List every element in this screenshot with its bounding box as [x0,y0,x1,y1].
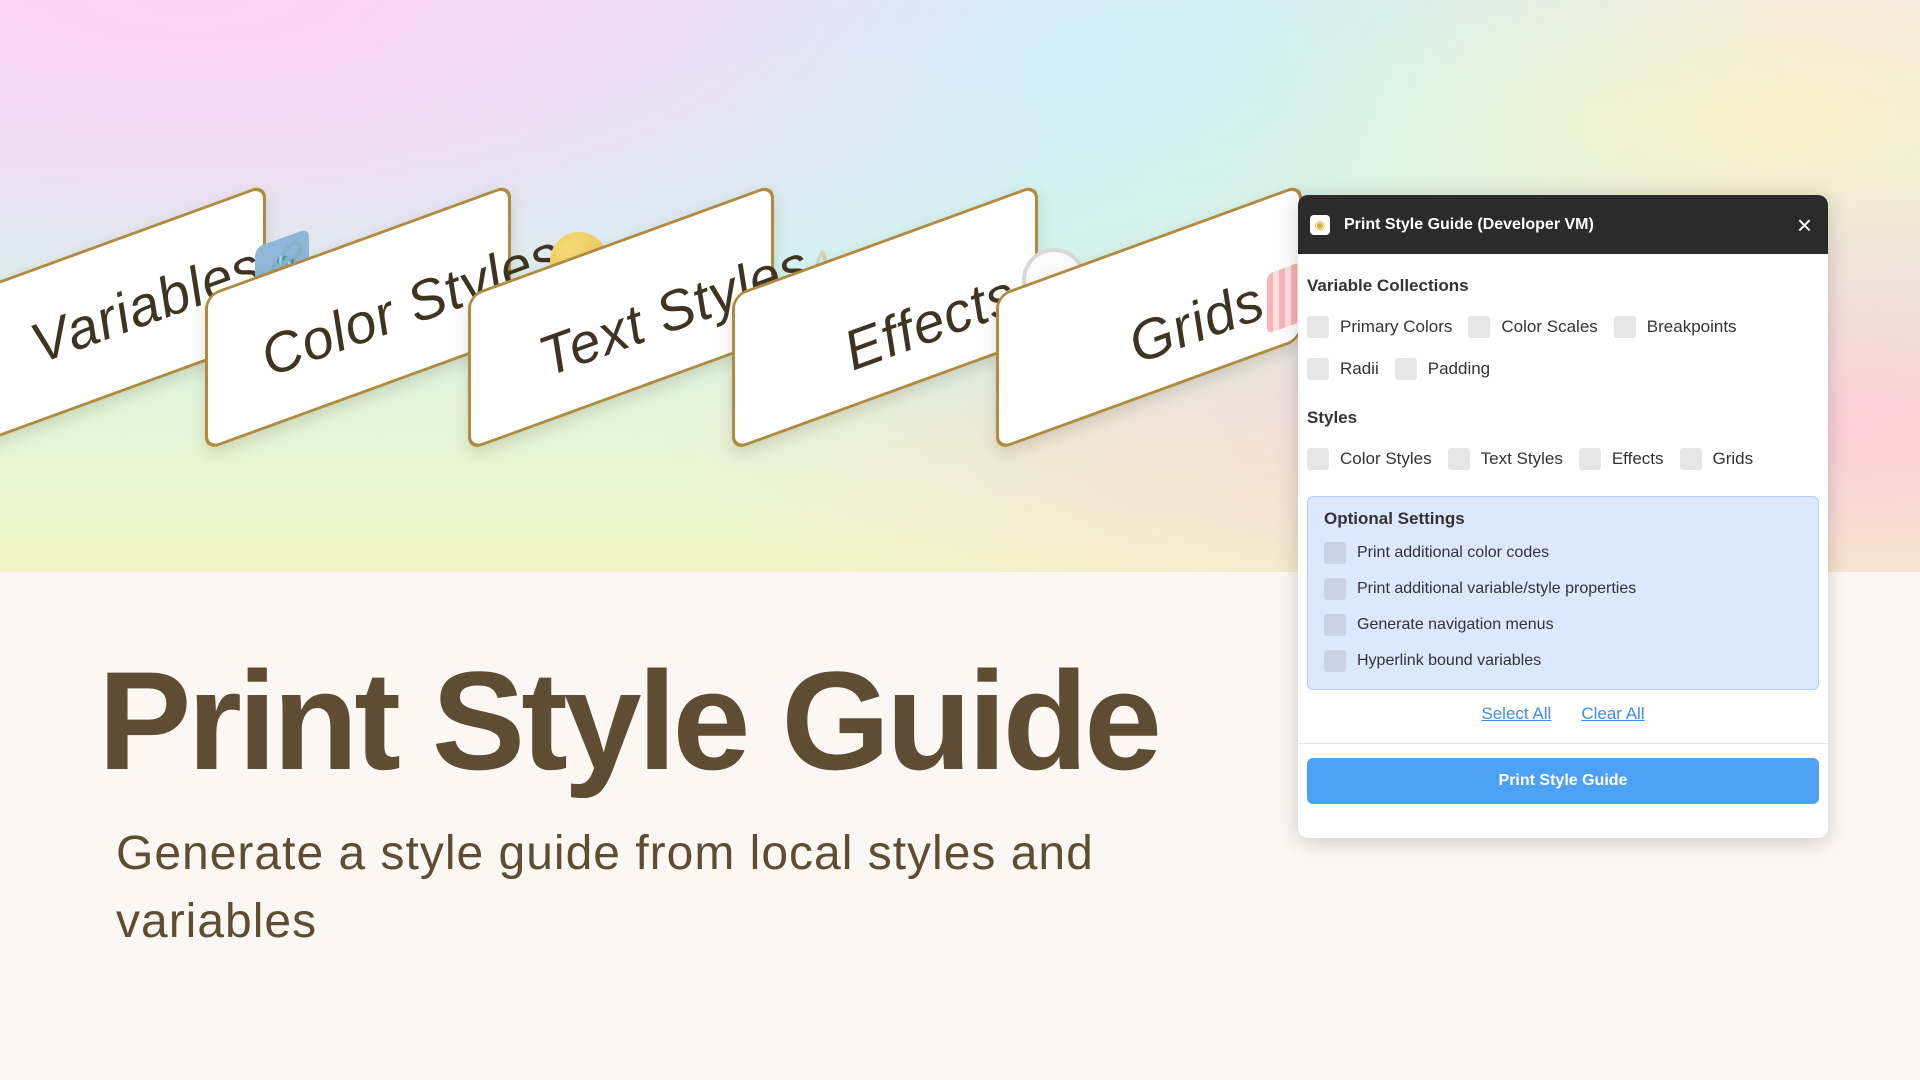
checkbox-box[interactable] [1324,614,1346,636]
checkbox-box[interactable] [1578,448,1601,470]
optional-settings-box: Optional Settings Print additional color… [1307,496,1819,690]
checkbox-box[interactable] [1307,448,1329,470]
checkbox-label: Breakpoints [1646,317,1737,336]
checkbox-label: Padding [1427,359,1491,378]
checkbox-label: Generate navigation menus [1357,616,1554,633]
checkbox-label: Print additional color codes [1357,544,1550,561]
checkbox-padding[interactable]: Padding [1394,348,1491,390]
plugin-icon: ◉ [1310,214,1330,235]
variable-collections-heading: Variable Collections [1307,276,1469,295]
checkbox-box[interactable] [1394,358,1417,380]
plugin-titlebar: ◉ Print Style Guide (Developer VM) × [1298,195,1828,254]
checkbox-breakpoints[interactable]: Breakpoints [1613,306,1737,348]
checkbox-box[interactable] [1468,316,1491,338]
plugin-body: Variable Collections Primary Colors Colo… [1298,276,1828,804]
checkbox-label: Print additional variable/style properti… [1357,580,1637,597]
close-icon[interactable]: × [1793,212,1816,238]
plugin-title: Print Style Guide (Developer VM) [1344,215,1594,233]
checkbox-radii[interactable]: Radii [1307,348,1379,390]
divider [1298,743,1828,744]
checkbox-box[interactable] [1307,358,1329,380]
checkbox-color-scales[interactable]: Color Scales [1468,306,1598,348]
print-style-guide-button[interactable]: Print Style Guide [1307,758,1819,804]
checkbox-label: Primary Colors [1340,317,1453,336]
select-all-link[interactable]: Select All [1481,704,1551,732]
page-title: Print Style Guide [98,642,1162,799]
checkbox-box[interactable] [1307,316,1329,338]
checkbox-box[interactable] [1447,448,1470,470]
checkbox-color-styles[interactable]: Color Styles [1307,438,1432,480]
checkbox-label: Grids [1712,449,1754,468]
checkbox-box[interactable] [1324,578,1346,600]
checkbox-effects[interactable]: Effects [1578,438,1664,480]
checkbox-label: Radii [1340,359,1379,378]
plugin-window: ◉ Print Style Guide (Developer VM) × Var… [1298,195,1828,838]
checkbox-grids[interactable]: Grids [1679,438,1754,480]
grid-columns-icon [1267,261,1301,335]
checkbox-box[interactable] [1613,316,1636,338]
checkbox-label: Color Styles [1340,449,1432,468]
checkbox-primary-colors[interactable]: Primary Colors [1307,306,1452,348]
checkbox-additional-color-codes[interactable]: Print additional color codes [1324,535,1802,571]
checkbox-box[interactable] [1324,650,1346,672]
checkbox-label: Text Styles [1480,449,1563,468]
checkbox-box[interactable] [1324,542,1346,564]
checkbox-additional-properties[interactable]: Print additional variable/style properti… [1324,571,1802,607]
clear-all-link[interactable]: Clear All [1581,704,1644,732]
checkbox-navigation-menus[interactable]: Generate navigation menus [1324,607,1802,643]
checkbox-label: Hyperlink bound variables [1357,652,1542,669]
checkbox-text-styles[interactable]: Text Styles [1447,438,1563,480]
page-subtitle: Generate a style guide from local styles… [116,827,1094,948]
checkbox-label: Effects [1611,449,1664,468]
styles-heading: Styles [1307,408,1358,427]
checkbox-hyperlink-bound-variables[interactable]: Hyperlink bound variables [1324,643,1802,679]
selection-links: Select All Clear All [1307,704,1819,732]
checkbox-label: Color Scales [1501,317,1598,336]
variable-collections-list: Primary Colors Color Scales Breakpoints … [1307,306,1819,390]
optional-settings-heading: Optional Settings [1324,509,1465,528]
checkbox-box[interactable] [1679,448,1702,470]
styles-list: Color Styles Text Styles Effects Grids [1307,438,1819,480]
